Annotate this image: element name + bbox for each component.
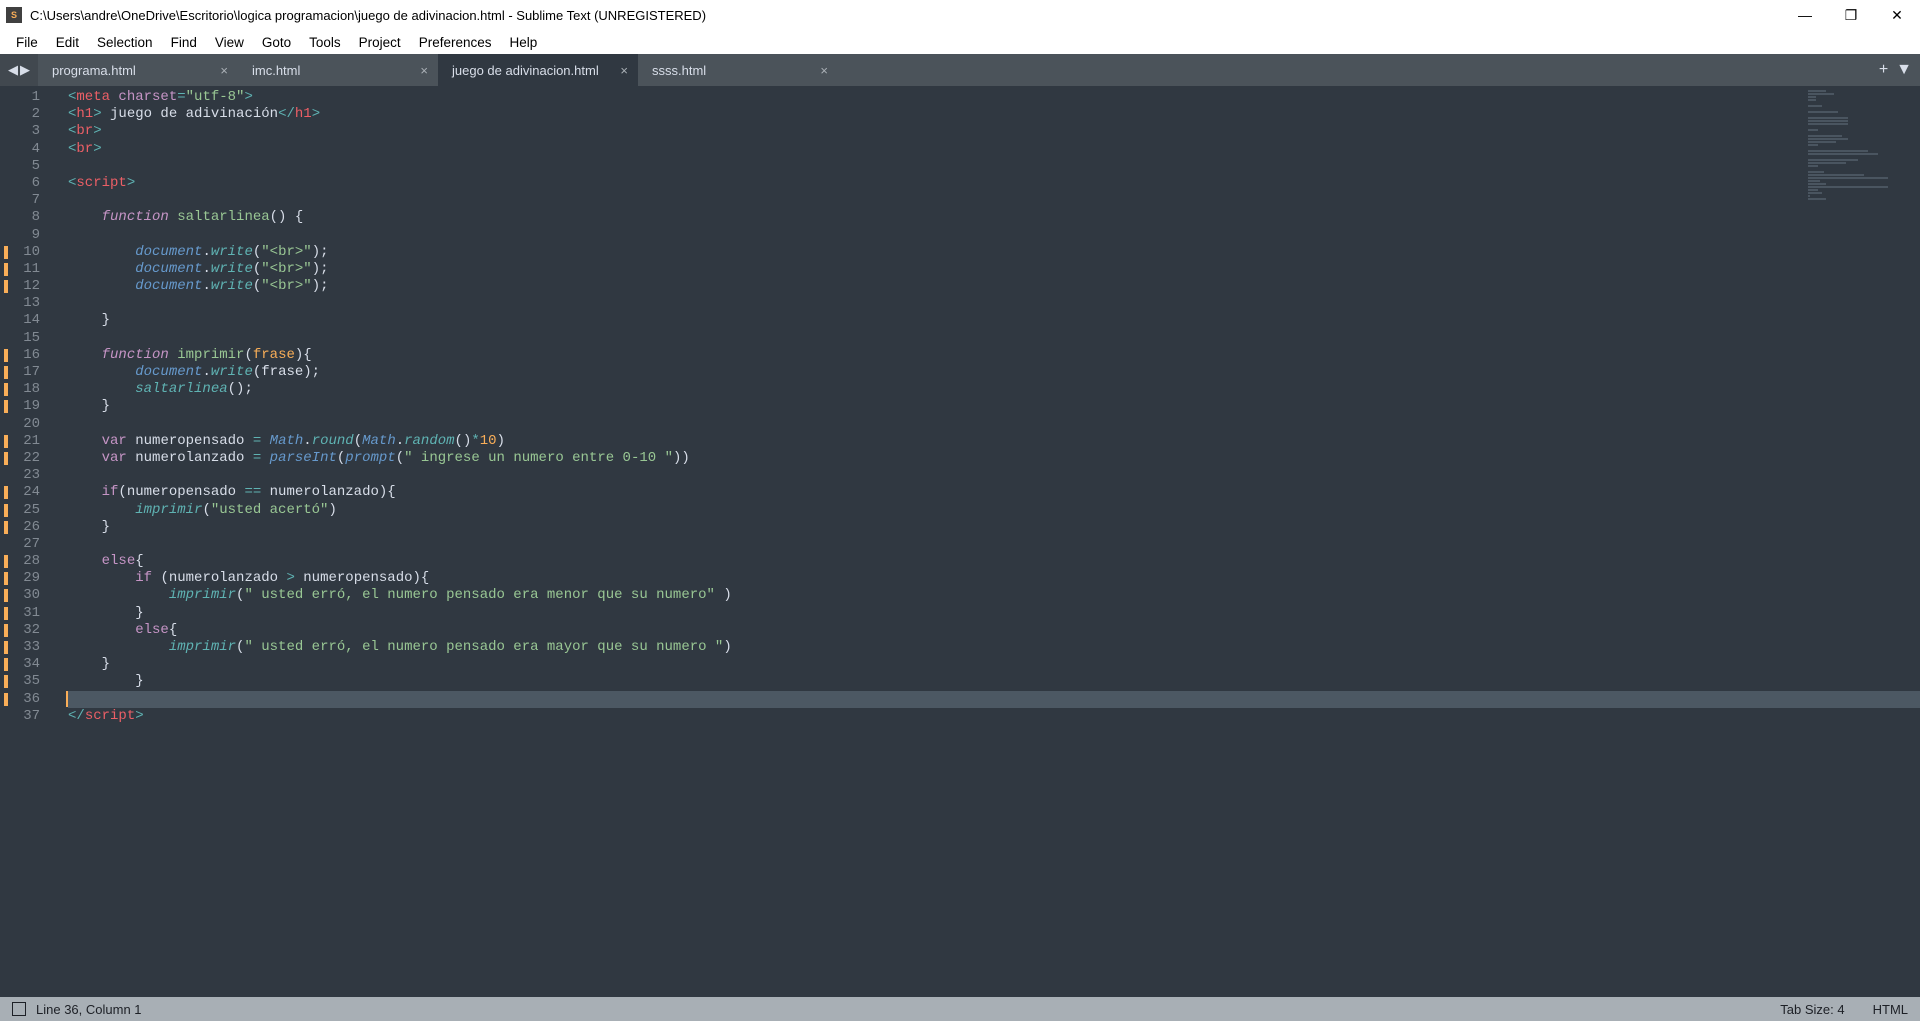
close-tab-icon[interactable]: × [220, 63, 228, 78]
tab-programa[interactable]: programa.html × [38, 54, 238, 86]
menu-preferences[interactable]: Preferences [411, 33, 500, 52]
tab-juego[interactable]: juego de adivinacion.html × [438, 54, 638, 86]
status-syntax[interactable]: HTML [1873, 1002, 1908, 1017]
close-tab-icon[interactable]: × [620, 63, 628, 78]
tab-imc[interactable]: imc.html × [238, 54, 438, 86]
menu-file[interactable]: File [8, 33, 46, 52]
tab-nav-arrows: ◀ ▶ [0, 54, 38, 86]
menu-goto[interactable]: Goto [254, 33, 299, 52]
status-line-column[interactable]: Line 36, Column 1 [36, 1002, 142, 1017]
tab-ssss[interactable]: ssss.html × [638, 54, 838, 86]
minimap[interactable] [1800, 86, 1920, 206]
menu-help[interactable]: Help [502, 33, 546, 52]
window-controls: — ❐ ✕ [1782, 0, 1920, 30]
new-tab-icon[interactable]: + [1879, 61, 1888, 79]
line-gutter: 1234567891011121314151617181920212223242… [0, 86, 58, 997]
nav-prev-icon[interactable]: ◀ [8, 62, 18, 78]
tab-label: imc.html [252, 63, 300, 78]
close-window-button[interactable]: ✕ [1874, 0, 1920, 30]
close-tab-icon[interactable]: × [420, 63, 428, 78]
tab-label: ssss.html [652, 63, 706, 78]
tab-label: programa.html [52, 63, 136, 78]
minimize-button[interactable]: — [1782, 0, 1828, 30]
menu-edit[interactable]: Edit [48, 33, 87, 52]
menu-tools[interactable]: Tools [301, 33, 349, 52]
tabbar: ◀ ▶ programa.html × imc.html × juego de … [0, 54, 1920, 86]
menu-view[interactable]: View [207, 33, 252, 52]
titlebar: S C:\Users\andre\OneDrive\Escritorio\log… [0, 0, 1920, 30]
window-title: C:\Users\andre\OneDrive\Escritorio\logic… [30, 8, 1782, 23]
menubar: File Edit Selection Find View Goto Tools… [0, 30, 1920, 54]
panel-switcher-icon[interactable] [12, 1002, 26, 1016]
menu-selection[interactable]: Selection [89, 33, 161, 52]
app-icon: S [6, 7, 22, 23]
maximize-button[interactable]: ❐ [1828, 0, 1874, 30]
menu-project[interactable]: Project [351, 33, 409, 52]
menu-find[interactable]: Find [163, 33, 205, 52]
tab-options-icon[interactable]: ▼ [1896, 61, 1912, 79]
statusbar: Line 36, Column 1 Tab Size: 4 HTML [0, 997, 1920, 1021]
nav-next-icon[interactable]: ▶ [20, 62, 30, 78]
editor[interactable]: 1234567891011121314151617181920212223242… [0, 86, 1920, 997]
code-area[interactable]: <meta charset="utf-8"><h1> juego de adiv… [58, 86, 1920, 997]
tab-label: juego de adivinacion.html [452, 63, 599, 78]
close-tab-icon[interactable]: × [820, 63, 828, 78]
status-tab-size[interactable]: Tab Size: 4 [1780, 1002, 1844, 1017]
